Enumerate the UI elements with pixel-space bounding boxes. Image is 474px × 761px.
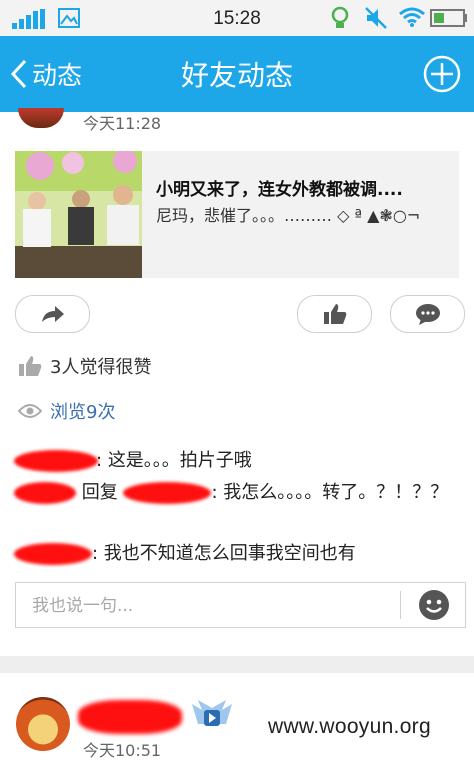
mute-icon: [365, 7, 387, 29]
shared-link-title: 小明又来了，连女外教都被调....: [156, 180, 403, 200]
avatar[interactable]: [16, 697, 70, 751]
input-divider: [400, 591, 401, 619]
post-time: 今天10:51: [83, 741, 162, 760]
shared-link-card[interactable]: 小明又来了，连女外教都被调.... 尼玛，悲催了。。。……… ◇ ª ▲❃○¬: [15, 151, 459, 278]
vip-badge-icon: [192, 700, 232, 726]
comment-input-box: [15, 582, 466, 628]
thumbs-up-icon: [19, 356, 42, 376]
comment-item[interactable]: 回复 : 我怎么。。。。转了。？！？？: [14, 478, 454, 508]
eye-icon: [18, 404, 42, 418]
comment-item[interactable]: : 这是。。。拍片子哦: [14, 446, 454, 476]
comment-text: 我怎么。。。。转了。？！？？: [223, 482, 449, 503]
wifi-icon: [399, 7, 425, 27]
comment-text: 我也不知道怎么回事我空间也有: [103, 543, 356, 564]
back-label: 动态: [32, 61, 83, 90]
thumbs-up-icon: [323, 304, 346, 324]
back-button[interactable]: 动态: [10, 56, 82, 92]
views-count: 浏览9次: [50, 402, 116, 423]
share-button[interactable]: [15, 295, 90, 333]
redacted-username: [78, 700, 182, 734]
shared-video-thumbnail: [15, 151, 142, 278]
shared-link-description: 尼玛，悲催了。。。……… ◇ ª ▲❃○¬: [156, 206, 421, 225]
comment-text: 这是。。。拍片子哦: [107, 450, 252, 471]
reply-label: 回复: [81, 482, 118, 503]
likes-summary[interactable]: 3人觉得很赞: [18, 352, 151, 380]
redacted-username: [14, 450, 98, 472]
chevron-left-icon: [10, 59, 27, 89]
likes-count: 3人觉得很赞: [50, 357, 152, 378]
share-arrow-icon: [41, 306, 64, 322]
emoji-icon[interactable]: [418, 589, 450, 621]
comment-bubble-icon: [415, 304, 440, 325]
comment-button[interactable]: [390, 295, 465, 333]
nav-bar: 动态 好友动态: [0, 36, 474, 112]
like-button[interactable]: [297, 295, 372, 333]
status-bar: 15:28: [0, 0, 474, 36]
views-summary[interactable]: 浏览9次: [18, 397, 115, 425]
avatar[interactable]: [18, 108, 64, 128]
redacted-username: [123, 482, 212, 504]
feed-separator: [0, 656, 474, 673]
watermark: www.wooyun.org: [268, 715, 431, 738]
bulb-icon: [331, 6, 349, 28]
comment-input[interactable]: [30, 593, 404, 619]
battery-icon: [430, 9, 467, 27]
redacted-username: [14, 482, 76, 504]
comment-item[interactable]: : 我也不知道怎么回事我空间也有: [14, 539, 454, 569]
add-icon[interactable]: [423, 55, 461, 93]
redacted-username: [14, 543, 92, 565]
post-time: 今天11:28: [83, 114, 162, 133]
